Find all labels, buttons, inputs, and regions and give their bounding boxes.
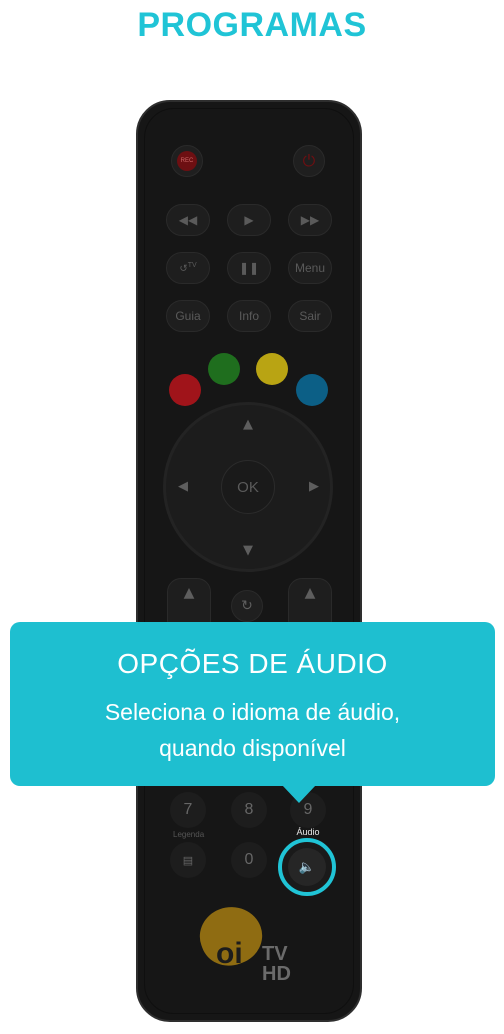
up-arrow-icon[interactable]: ▲ [243,417,253,432]
tv-icon: ↺TV [179,261,197,275]
rewind-icon: ◀◀ [178,213,198,227]
remote-control: REC ⏻ ◀◀ ▶ ▶▶ ↺TV ❚❚ Menu Guia Info Sair… [136,100,362,1022]
navigation-pad: ▲ ▼ ◀ ▶ OK [163,402,333,572]
ok-button[interactable]: OK [221,460,275,514]
info-button[interactable]: Info [227,300,271,332]
red-button[interactable] [169,374,201,406]
rec-button[interactable]: REC [171,145,203,177]
tooltip-description: Seleciona o idioma de áudio, quando disp… [10,694,495,766]
down-arrow-icon[interactable]: ▼ [243,543,253,558]
tooltip-title: OPÇÕES DE ÁUDIO [117,648,388,679]
subtitle-button[interactable]: ▤ [170,842,206,878]
rec-icon: REC [177,151,197,171]
blue-button[interactable] [296,374,328,406]
tv-button[interactable]: ↺TV [166,252,210,284]
sair-button[interactable]: Sair [288,300,332,332]
right-arrow-icon[interactable]: ▶ [309,479,319,494]
audio-button-highlight[interactable]: 🔈 [278,838,336,896]
audio-options-tooltip: OPÇÕES DE ÁUDIO Seleciona o idioma de áu… [10,622,495,786]
yellow-button[interactable] [256,353,288,385]
back-icon: ↻ [241,598,253,614]
legenda-label: Legenda [173,830,205,839]
tooltip-line-1: Seleciona o idioma de áudio, [104,699,401,725]
oi-logo-text: oi [216,937,243,970]
number-7-button[interactable]: 7 [170,792,206,828]
tooltip-line-2: quando disponível [159,735,346,761]
speaker-icon: 🔈 [298,859,316,875]
power-icon: ⏻ [302,151,316,170]
pause-icon: ❚❚ [238,261,260,275]
play-button[interactable]: ▶ [227,204,271,236]
green-button[interactable] [208,353,240,385]
tooltip-pointer [282,785,316,803]
forward-button[interactable]: ▶▶ [288,204,332,236]
audio-button[interactable]: 🔈 [288,848,326,886]
number-0-button[interactable]: 0 [231,842,267,878]
page-title: PROGRAMAS [137,6,367,44]
play-icon: ▶ [244,213,254,227]
pause-button[interactable]: ❚❚ [227,252,271,284]
forward-icon: ▶▶ [300,213,320,227]
number-8-button[interactable]: 8 [231,792,267,828]
left-arrow-icon[interactable]: ◀ [178,479,188,494]
menu-button[interactable]: Menu [288,252,332,284]
subtitle-icon: ▤ [182,854,194,867]
rewind-button[interactable]: ◀◀ [166,204,210,236]
tv-hd-logo: TV HD [262,943,291,985]
guia-button[interactable]: Guia [166,300,210,332]
power-button[interactable]: ⏻ [293,145,325,177]
audio-label: Áudio [296,827,320,837]
back-button[interactable]: ↻ [231,590,263,622]
